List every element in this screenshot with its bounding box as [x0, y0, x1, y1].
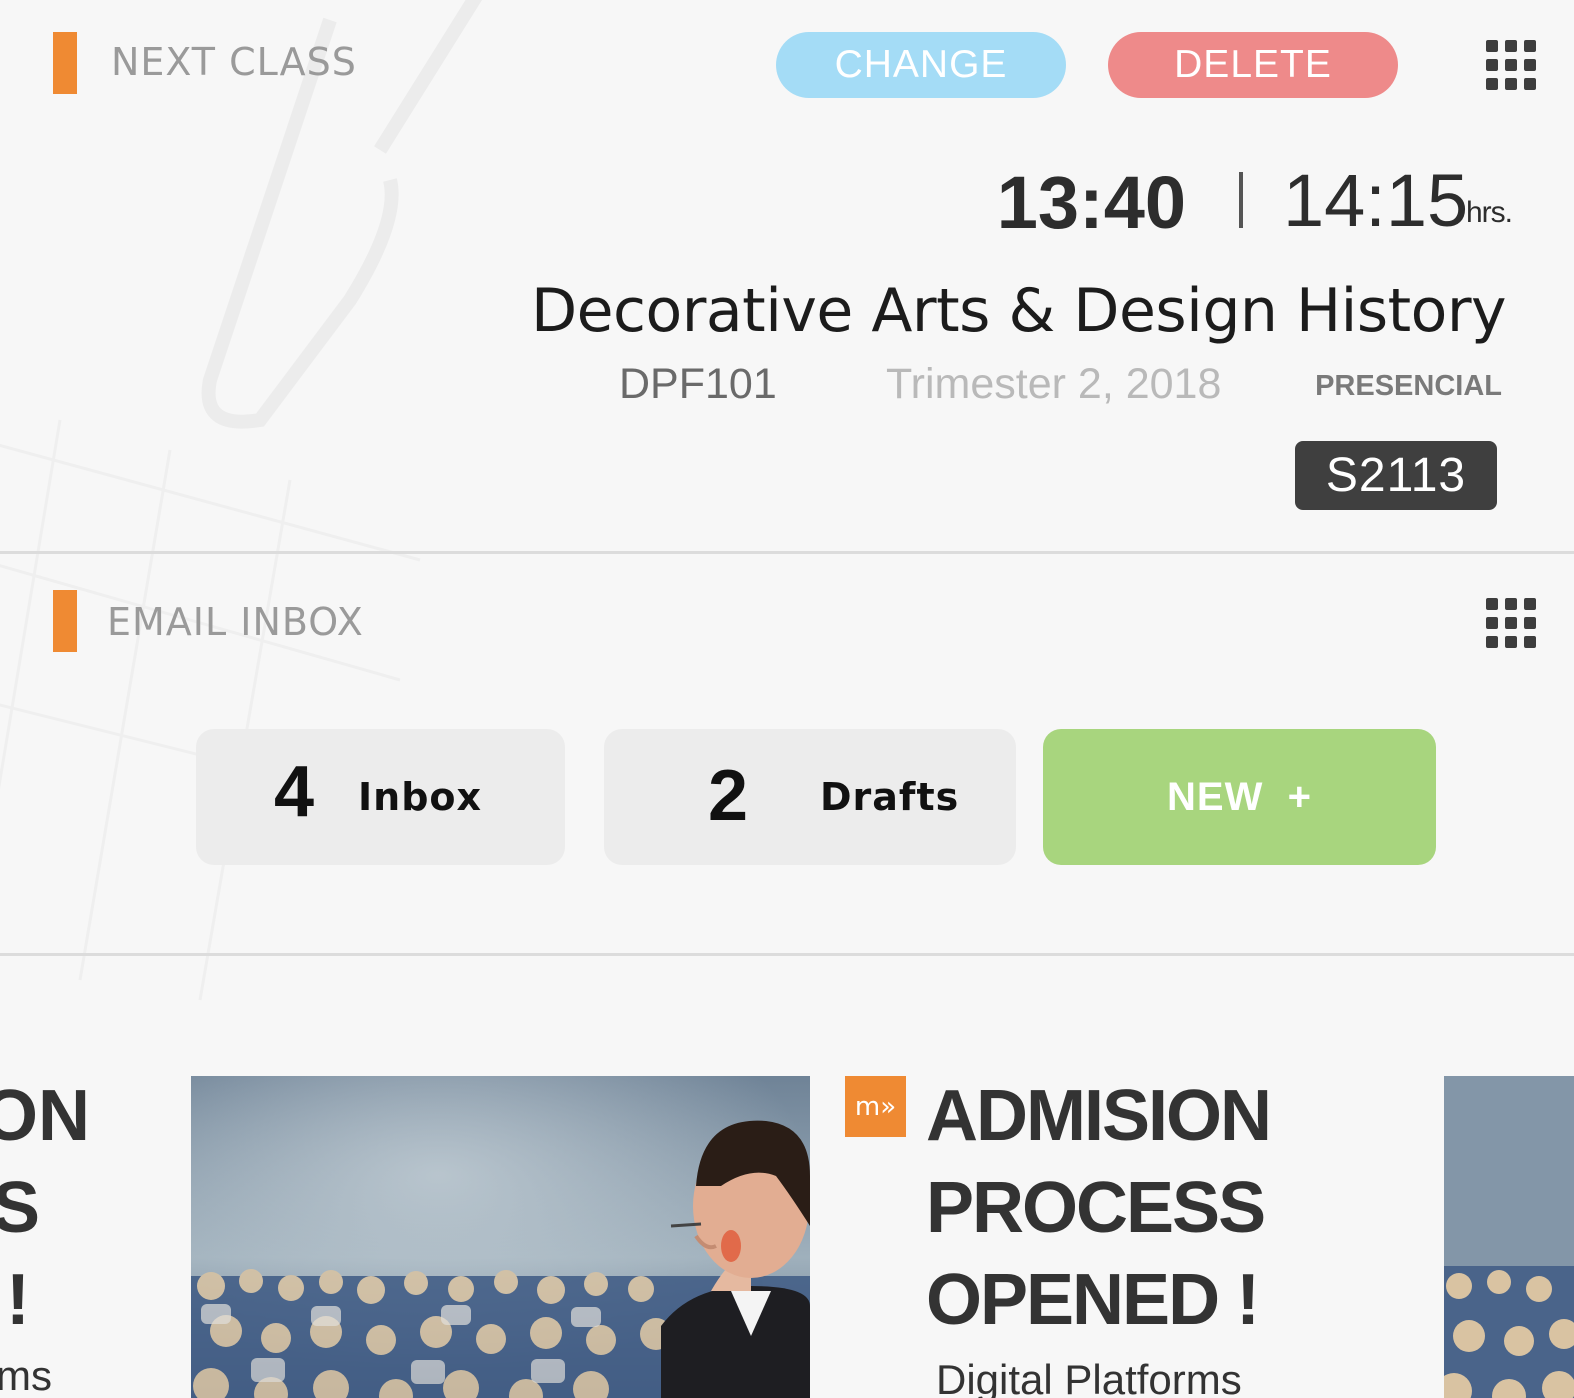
prev-news-subline: rms	[0, 1352, 52, 1398]
time-unit: hrs.	[1466, 196, 1513, 229]
news-headline-line: PROCESS	[926, 1168, 1266, 1248]
course-code: DPF101	[619, 360, 777, 408]
email-inbox-section-title: EMAIL INBOX	[107, 600, 364, 644]
next-news-photo-fragment[interactable]	[1444, 1076, 1574, 1398]
next-class-section-title: NEXT CLASS	[111, 40, 357, 84]
course-mode: PRESENCIAL	[1315, 370, 1502, 402]
change-button[interactable]: CHANGE	[776, 32, 1066, 98]
brand-logo-icon: m»	[845, 1076, 906, 1137]
room-badge: S2113	[1295, 441, 1497, 510]
news-headline-line: OPENED !	[926, 1260, 1260, 1340]
prev-news-line: S	[0, 1168, 41, 1248]
prev-news-line: ON	[0, 1076, 90, 1156]
course-term: Trimester 2, 2018	[886, 360, 1222, 408]
previous-news-card-fragment[interactable]: ON S ! rms	[0, 1070, 92, 1398]
news-photo[interactable]	[191, 1076, 810, 1398]
course-title: Decorative Arts & Design History	[530, 276, 1507, 346]
email-inbox-grid-menu-icon[interactable]	[1486, 598, 1538, 650]
new-email-button[interactable]: NEW +	[1043, 729, 1436, 865]
section-divider	[0, 551, 1574, 554]
news-headline[interactable]: ADMISION PROCESS OPENED !	[926, 1070, 1396, 1346]
inbox-count: 4	[274, 752, 315, 832]
news-headline-line: ADMISION	[926, 1076, 1272, 1156]
delete-button[interactable]: DELETE	[1108, 32, 1398, 98]
next-class-grid-menu-icon[interactable]	[1486, 40, 1538, 92]
class-end-time: 14:15	[1283, 159, 1469, 242]
news-subtitle: Digital Platforms	[936, 1356, 1242, 1398]
inbox-tile[interactable]: 4 Inbox	[196, 729, 565, 865]
drafts-count: 2	[708, 756, 749, 836]
time-separator	[1239, 172, 1243, 228]
inbox-label: Inbox	[358, 775, 483, 819]
email-inbox-accent-bar	[53, 590, 77, 652]
drafts-label: Drafts	[820, 775, 960, 819]
next-class-accent-bar	[53, 32, 77, 94]
class-start-time: 13:40	[996, 161, 1186, 244]
drafts-tile[interactable]: 2 Drafts	[604, 729, 1016, 865]
section-divider-2	[0, 953, 1574, 956]
prev-news-line: !	[6, 1260, 30, 1340]
